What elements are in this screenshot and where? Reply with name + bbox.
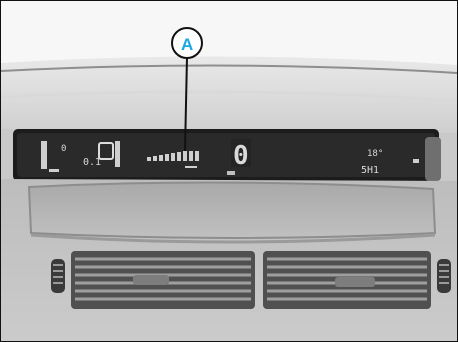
left-top-readout: 0 bbox=[61, 144, 66, 154]
right-bottom-readout: 5H1 bbox=[361, 165, 379, 176]
right-top-readout: 18° bbox=[367, 149, 383, 159]
side-knob bbox=[425, 137, 441, 181]
left-readout: 0.1 bbox=[83, 157, 101, 168]
center-bezel bbox=[27, 181, 437, 239]
small-indicator-icon bbox=[227, 171, 235, 175]
level-bar-icon bbox=[41, 141, 47, 169]
center-digit: 0 bbox=[233, 141, 249, 171]
small-indicator-icon bbox=[413, 159, 419, 163]
air-vent-right bbox=[263, 251, 431, 309]
level-bar-icon bbox=[115, 141, 120, 167]
vent-thumbwheel-right bbox=[437, 259, 451, 293]
callout-letter-a: A bbox=[181, 35, 193, 54]
vent-thumbwheel-left bbox=[51, 259, 65, 293]
dashboard-photo: 0 0.1 0 18° 5H1 A bbox=[1, 1, 457, 341]
photo-frame: 0 0.1 0 18° 5H1 A bbox=[0, 0, 458, 342]
air-vent-left bbox=[71, 251, 255, 309]
